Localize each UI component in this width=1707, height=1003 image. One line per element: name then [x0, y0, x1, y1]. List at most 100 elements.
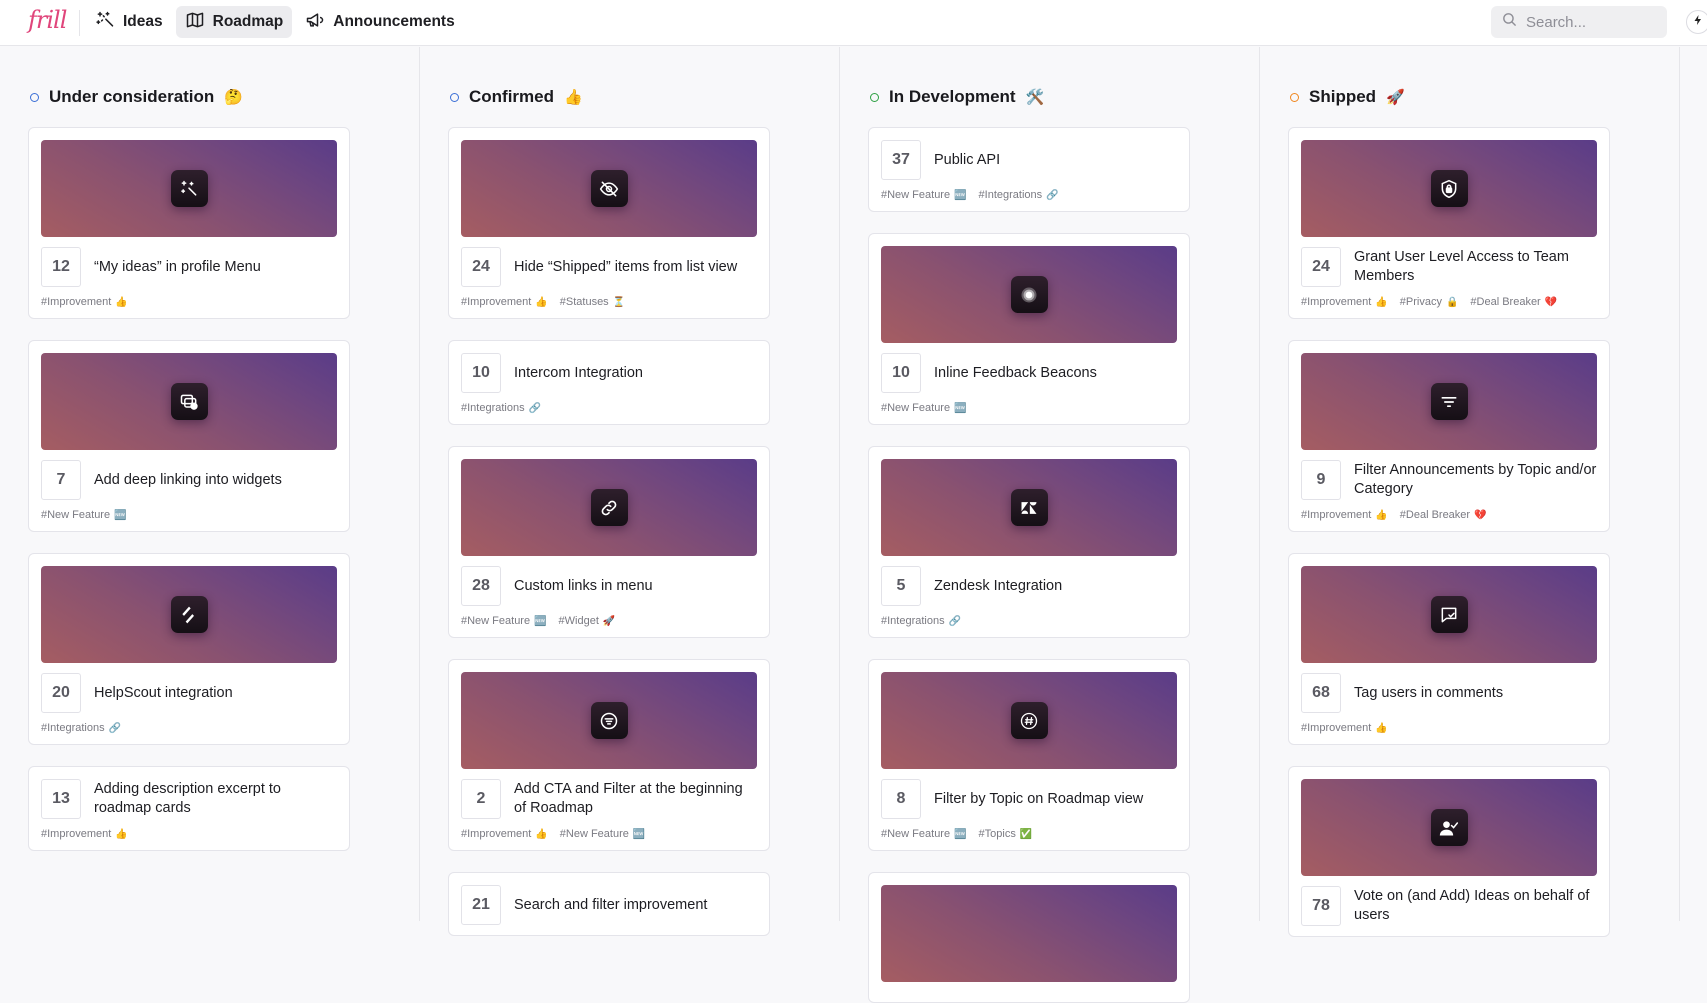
topic-tag[interactable]: #Improvement 👍 [1301, 296, 1388, 308]
vote-count-button[interactable]: 24 [461, 247, 501, 287]
topic-tag[interactable]: #New Feature 🆕 [461, 615, 547, 627]
card-title[interactable]: Custom links in menu [514, 577, 653, 596]
card-header-row: 24 Grant User Level Access to Team Member… [1301, 247, 1597, 287]
roadmap-card[interactable]: 37 Public API #New Feature 🆕 #Integrations 🔗 [868, 127, 1190, 212]
topic-tag[interactable]: #Integrations 🔗 [881, 615, 961, 627]
roadmap-card[interactable] [868, 872, 1190, 1003]
card-title[interactable]: Vote on (and Add) Ideas on behalf of use… [1354, 887, 1597, 925]
topic-tag[interactable]: #Statuses ⏳ [560, 296, 625, 308]
topic-tag[interactable]: #Integrations 🔗 [461, 402, 541, 414]
topic-tag[interactable]: #New Feature 🆕 [881, 402, 967, 414]
card-title[interactable]: Hide “Shipped” items from list view [514, 258, 737, 277]
card-title[interactable]: Intercom Integration [514, 364, 643, 383]
card-title[interactable]: HelpScout integration [94, 684, 233, 703]
roadmap-card[interactable]: 21 Search and filter improvement [448, 872, 770, 936]
vote-count-button[interactable]: 7 [41, 460, 81, 500]
topic-tag[interactable]: #Topics ✅ [979, 828, 1033, 840]
vote-count-button[interactable]: 5 [881, 566, 921, 606]
topic-tag[interactable]: #New Feature 🆕 [41, 509, 127, 521]
card-title[interactable]: Add deep linking into widgets [94, 471, 282, 490]
card-title[interactable]: Add CTA and Filter at the beginning of R… [514, 780, 757, 818]
roadmap-card[interactable]: 12 “My ideas” in profile Menu #Improvement… [28, 127, 350, 319]
topic-tag[interactable]: #Integrations 🔗 [979, 189, 1059, 201]
topic-tag[interactable]: #Improvement 👍 [1301, 722, 1388, 734]
card-header-row: 12 “My ideas” in profile Menu [41, 247, 337, 287]
topic-tag[interactable]: #Widget 🚀 [559, 615, 616, 627]
roadmap-card[interactable]: 10 Inline Feedback Beacons #New Feature 🆕 [868, 233, 1190, 425]
vote-count-button[interactable]: 37 [881, 140, 921, 180]
vote-count-button[interactable]: 9 [1301, 460, 1341, 500]
column-emoji-icon: 🛠️ [1025, 89, 1045, 106]
topic-tag[interactable]: #Integrations 🔗 [41, 722, 121, 734]
frill-logo[interactable]: frill [28, 6, 67, 34]
card-title[interactable]: “My ideas” in profile Menu [94, 258, 261, 277]
vote-count-button[interactable]: 78 [1301, 886, 1341, 926]
topic-emoji-icon: 🚀 [602, 615, 616, 627]
column-under-consideration: Under consideration 🤔 12 “My ideas” in prof… [0, 47, 420, 921]
card-title[interactable]: Filter by Topic on Roadmap view [934, 790, 1143, 809]
topic-tag[interactable]: #Improvement 👍 [461, 828, 548, 840]
column-title: Under consideration [49, 87, 215, 106]
roadmap-card[interactable]: 78 Vote on (and Add) Ideas on behalf of u… [1288, 766, 1610, 937]
topic-tag[interactable]: #New Feature 🆕 [881, 189, 967, 201]
topic-emoji-icon: 👍 [535, 828, 548, 840]
topic-emoji-icon: 🔗 [948, 615, 962, 627]
vote-count-button[interactable]: 10 [881, 353, 921, 393]
roadmap-card[interactable]: 8 Filter by Topic on Roadmap view #New Fea… [868, 659, 1190, 851]
topic-tag[interactable]: #Improvement 👍 [41, 828, 128, 840]
topic-tag[interactable]: #Improvement 👍 [1301, 509, 1388, 521]
vote-count-button[interactable]: 68 [1301, 673, 1341, 713]
topic-tag-label: #Widget [558, 615, 599, 627]
vote-count-button[interactable]: 21 [461, 885, 501, 925]
topic-tag[interactable]: #Improvement 👍 [41, 296, 128, 308]
vote-count-button[interactable]: 20 [41, 673, 81, 713]
card-title[interactable]: Adding description excerpt to roadmap ca… [94, 780, 337, 818]
topic-tag[interactable]: #New Feature 🆕 [881, 828, 967, 840]
roadmap-card[interactable]: 7 Add deep linking into widgets #New Featu… [28, 340, 350, 532]
status-dot-icon [1290, 92, 1299, 102]
nav-announcements[interactable]: Announcements [296, 6, 463, 38]
card-header-row: 5 Zendesk Integration [881, 566, 1177, 606]
roadmap-card[interactable]: 9 Filter Announcements by Topic and/or Ca… [1288, 340, 1610, 532]
topic-tag[interactable]: #Deal Breaker 💔 [1470, 296, 1557, 308]
card-title[interactable]: Inline Feedback Beacons [934, 364, 1097, 383]
search-box[interactable] [1491, 6, 1667, 38]
card-title[interactable]: Public API [934, 151, 1000, 170]
vote-count-button[interactable]: 8 [881, 779, 921, 819]
card-tags: #Improvement 👍 [1301, 722, 1597, 734]
column-emoji-icon: 🚀 [1386, 89, 1405, 106]
card-title[interactable]: Tag users in comments [1354, 684, 1503, 703]
card-title[interactable]: Zendesk Integration [934, 577, 1062, 596]
roadmap-card[interactable]: 2 Add CTA and Filter at the beginning of … [448, 659, 770, 851]
card-tags: #Improvement 👍 #Statuses ⏳ [461, 296, 757, 308]
card-header-row: 21 Search and filter improvement [461, 885, 757, 925]
vote-count-button[interactable]: 12 [41, 247, 81, 287]
nav-ideas[interactable]: Ideas [86, 6, 172, 38]
message-check-icon [1430, 596, 1468, 633]
bolt-icon [1692, 13, 1704, 31]
card-title[interactable]: Filter Announcements by Topic and/or Cat… [1354, 461, 1597, 499]
vote-count-button[interactable]: 13 [41, 779, 81, 819]
vote-count-button[interactable]: 24 [1301, 247, 1341, 287]
roadmap-card[interactable]: 24 Grant User Level Access to Team Member… [1288, 127, 1610, 319]
roadmap-card[interactable]: 28 Custom links in menu #New Feature 🆕 #Widg… [448, 446, 770, 638]
card-title[interactable]: Search and filter improvement [514, 896, 707, 915]
topic-tag[interactable]: #Improvement 👍 [461, 296, 548, 308]
roadmap-card[interactable]: 20 HelpScout integration #Integrations 🔗 [28, 553, 350, 745]
roadmap-card[interactable]: 10 Intercom Integration #Integrations 🔗 [448, 340, 770, 425]
vote-count-button[interactable]: 28 [461, 566, 501, 606]
topic-tag[interactable]: #New Feature 🆕 [560, 828, 646, 840]
updates-button[interactable] [1686, 10, 1707, 34]
card-title[interactable]: Grant User Level Access to Team Members [1354, 248, 1597, 286]
topic-tag[interactable]: #Deal Breaker 💔 [1400, 509, 1487, 521]
card-tags: #New Feature 🆕 #Integrations 🔗 [881, 189, 1177, 201]
vote-count-button[interactable]: 2 [461, 779, 501, 819]
vote-count-button[interactable]: 10 [461, 353, 501, 393]
nav-roadmap[interactable]: Roadmap [175, 6, 293, 38]
roadmap-card[interactable]: 5 Zendesk Integration #Integrations 🔗 [868, 446, 1190, 638]
roadmap-card[interactable]: 24 Hide “Shipped” items from list view #Im… [448, 127, 770, 319]
roadmap-card[interactable]: 68 Tag users in comments #Improvement 👍 [1288, 553, 1610, 745]
topic-tag[interactable]: #Privacy 🔒 [1400, 296, 1459, 308]
search-input[interactable] [1526, 13, 1656, 31]
roadmap-card[interactable]: 13 Adding description excerpt to roadmap … [28, 766, 350, 851]
